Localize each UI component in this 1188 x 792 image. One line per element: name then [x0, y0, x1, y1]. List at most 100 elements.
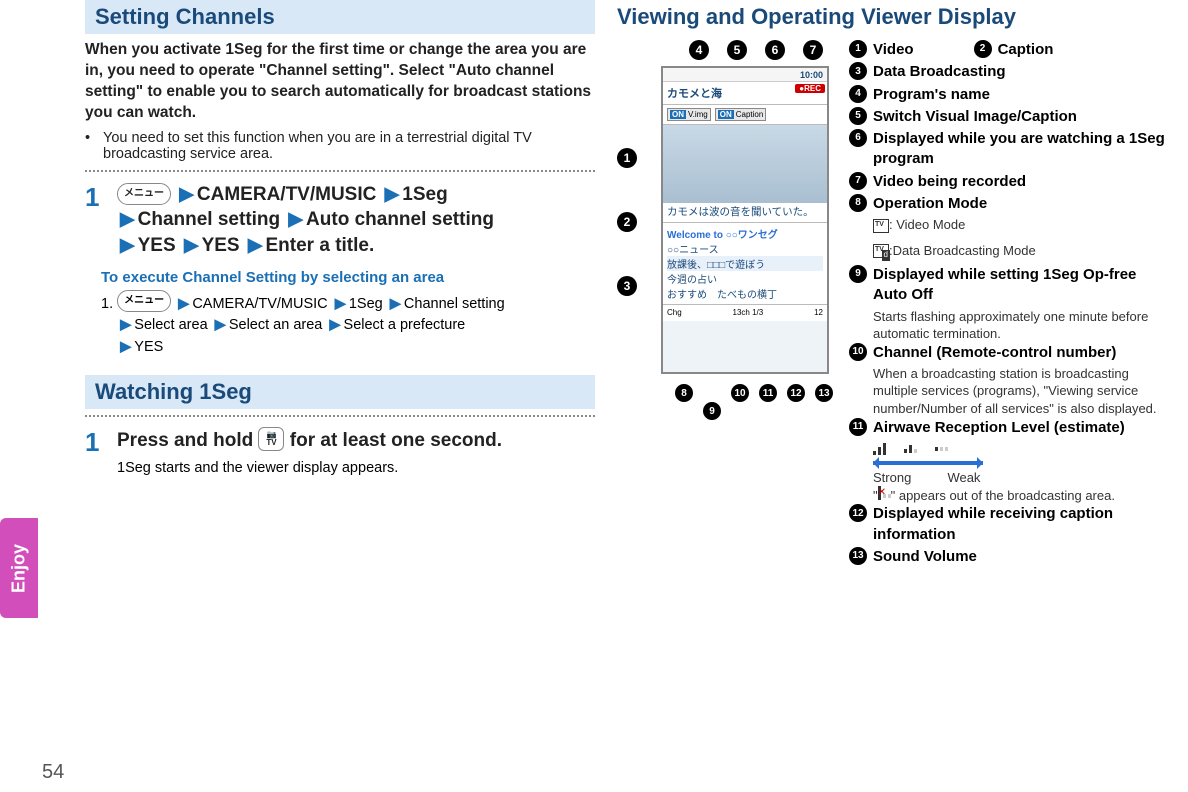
legend-watching: Displayed while you are watching a 1Seg …: [873, 129, 1168, 170]
out-of-area-text: " appears out of the broadcasting area.: [891, 488, 1115, 503]
left-column: Setting Channels When you activate 1Seg …: [85, 0, 595, 569]
legend-num-7: 7: [849, 172, 867, 190]
menu-button-icon: メニュー: [117, 183, 171, 205]
bottom-volume: 12: [814, 308, 823, 317]
callout-4: 4: [689, 40, 709, 60]
watch-result: 1Seg starts and the viewer display appea…: [117, 460, 595, 476]
caption-area: カモメは波の音を聞いていた。: [663, 203, 827, 223]
db-welcome: Welcome to ○○ワンセグ: [667, 226, 823, 241]
tv-label: TV: [266, 439, 276, 447]
arrow-icon: ▶: [326, 317, 343, 333]
signal-med-icon: [904, 445, 917, 453]
callout-13: 13: [815, 384, 833, 402]
db-line: ○○ニュース: [667, 241, 823, 256]
legend-recvcaption: Displayed while receiving caption inform…: [873, 504, 1168, 545]
callout-6: 6: [765, 40, 785, 60]
legend-num-5: 5: [849, 107, 867, 125]
tab-caption: ONCaption: [715, 108, 767, 121]
tv-button-icon: 📷 TV: [258, 427, 284, 451]
callout-2: 2: [617, 212, 637, 232]
bottom-channel: 13ch 1/3: [733, 308, 764, 317]
signal-strong-icon: [873, 443, 886, 455]
db-line: おすすめ たべもの横丁: [667, 286, 823, 301]
arrow-icon: ▶: [332, 296, 349, 312]
signal-none-icon: ✕: [878, 494, 891, 498]
subpath-an-area: Select an area: [229, 317, 323, 333]
intro-paragraph: When you activate 1Seg for the first tim…: [85, 40, 595, 124]
legend-num-10: 10: [849, 343, 867, 361]
arrow-icon: ▶: [117, 235, 138, 256]
substep-number: 1.: [101, 296, 113, 312]
program-title-bar: カモメと海 ●REC: [663, 82, 827, 105]
callout-11: 11: [759, 384, 777, 402]
bullet-dot: •: [85, 130, 95, 162]
menu-button-icon: メニュー: [117, 290, 171, 312]
legend-num-12: 12: [849, 504, 867, 522]
step-number: 1: [85, 182, 103, 259]
label-weak: Weak: [947, 470, 980, 485]
subpath-select-area: Select area: [134, 317, 207, 333]
arrow-icon: ▶: [285, 209, 306, 230]
step-number: 1: [85, 427, 103, 476]
watch-step-post: for at least one second.: [290, 430, 502, 451]
legend-dbmode: :Data Broadcasting Mode: [873, 242, 1168, 260]
callout-3: 3: [617, 276, 637, 296]
legend-channel-sub: When a broadcasting station is broadcast…: [873, 365, 1168, 418]
heading-viewer-display: Viewing and Operating Viewer Display: [617, 0, 1168, 34]
legend-videomode: : Video Mode: [873, 216, 1168, 234]
db-line-selected: 放課後、□□□で遊ぼう: [667, 256, 823, 271]
bottom-chg: Chg: [667, 308, 682, 317]
path-yes1: YES: [138, 235, 176, 256]
legend-databc: Data Broadcasting: [873, 62, 1006, 82]
legend-video: Video: [873, 40, 914, 60]
subpath-1seg: 1Seg: [349, 296, 383, 312]
callout-1: 1: [617, 148, 637, 168]
subheading-select-area: To execute Channel Setting by selecting …: [101, 269, 595, 286]
data-broadcasting-area: Welcome to ○○ワンセグ ○○ニュース 放課後、□□□で遊ぼう 今週の…: [663, 223, 827, 305]
dbmode-icon: [873, 244, 889, 258]
status-time: 10:00: [800, 70, 823, 80]
viewer-legend: 1Video 2Caption 3Data Broadcasting 4Prog…: [849, 40, 1168, 569]
watch-step-pre: Press and hold: [117, 430, 258, 451]
program-title: カモメと海: [667, 88, 722, 100]
label-strong: Strong: [873, 470, 911, 485]
phone-screenshot: 10:00 カモメと海 ●REC ONV.img ONCaption カモメは波…: [661, 66, 829, 374]
watch-step-instruction: Press and hold 📷 TV for at least one sec…: [117, 427, 595, 454]
legend-airwave: Airwave Reception Level (estimate): [873, 418, 1125, 438]
subpath-channel-setting: Channel setting: [404, 296, 505, 312]
subpath-prefecture: Select a prefecture: [344, 317, 466, 333]
legend-caption: Caption: [998, 40, 1054, 60]
watch-step-1: 1 Press and hold 📷 TV for at least one s…: [85, 427, 595, 476]
heading-watching-1seg: Watching 1Seg: [85, 375, 595, 409]
step-path: メニュー ▶CAMERA/TV/MUSIC ▶1Seg ▶Channel set…: [117, 182, 595, 259]
rec-badge: ●REC: [795, 84, 825, 93]
bullet-text: You need to set this function when you a…: [103, 130, 595, 162]
videomode-icon: [873, 219, 889, 233]
strength-arrow: [873, 461, 983, 465]
subpath-yes: YES: [134, 339, 163, 355]
path-channel-setting: Channel setting: [138, 209, 281, 230]
step-1: 1 メニュー ▶CAMERA/TV/MUSIC ▶1Seg ▶Channel s…: [85, 182, 595, 259]
bullet-note: • You need to set this function when you…: [85, 130, 595, 162]
callout-8: 8: [675, 384, 693, 402]
callout-5: 5: [727, 40, 747, 60]
right-column: Viewing and Operating Viewer Display 4 5…: [617, 0, 1168, 569]
substep-path: 1. メニュー ▶CAMERA/TV/MUSIC ▶1Seg ▶Channel …: [101, 290, 595, 359]
legend-num-4: 4: [849, 85, 867, 103]
path-camera: CAMERA/TV/MUSIC: [197, 184, 376, 205]
arrow-icon: ▶: [175, 296, 192, 312]
arrow-icon: ▶: [245, 235, 266, 256]
legend-num-2: 2: [974, 40, 992, 58]
signal-diagram: Strong Weak "✕" appears out of the broad…: [873, 440, 1168, 505]
legend-autooff: Displayed while setting 1Seg Op-free Aut…: [873, 265, 1168, 306]
db-line: 今週の占い: [667, 271, 823, 286]
path-auto-channel: Auto channel setting: [306, 209, 494, 230]
signal-weak-icon: [935, 447, 948, 451]
callout-12: 12: [787, 384, 805, 402]
callout-9: 9: [703, 402, 721, 420]
legend-volume: Sound Volume: [873, 547, 977, 567]
legend-num-1: 1: [849, 40, 867, 58]
callout-10: 10: [731, 384, 749, 402]
tab-vimg: ONV.img: [667, 108, 711, 121]
legend-num-8: 8: [849, 194, 867, 212]
